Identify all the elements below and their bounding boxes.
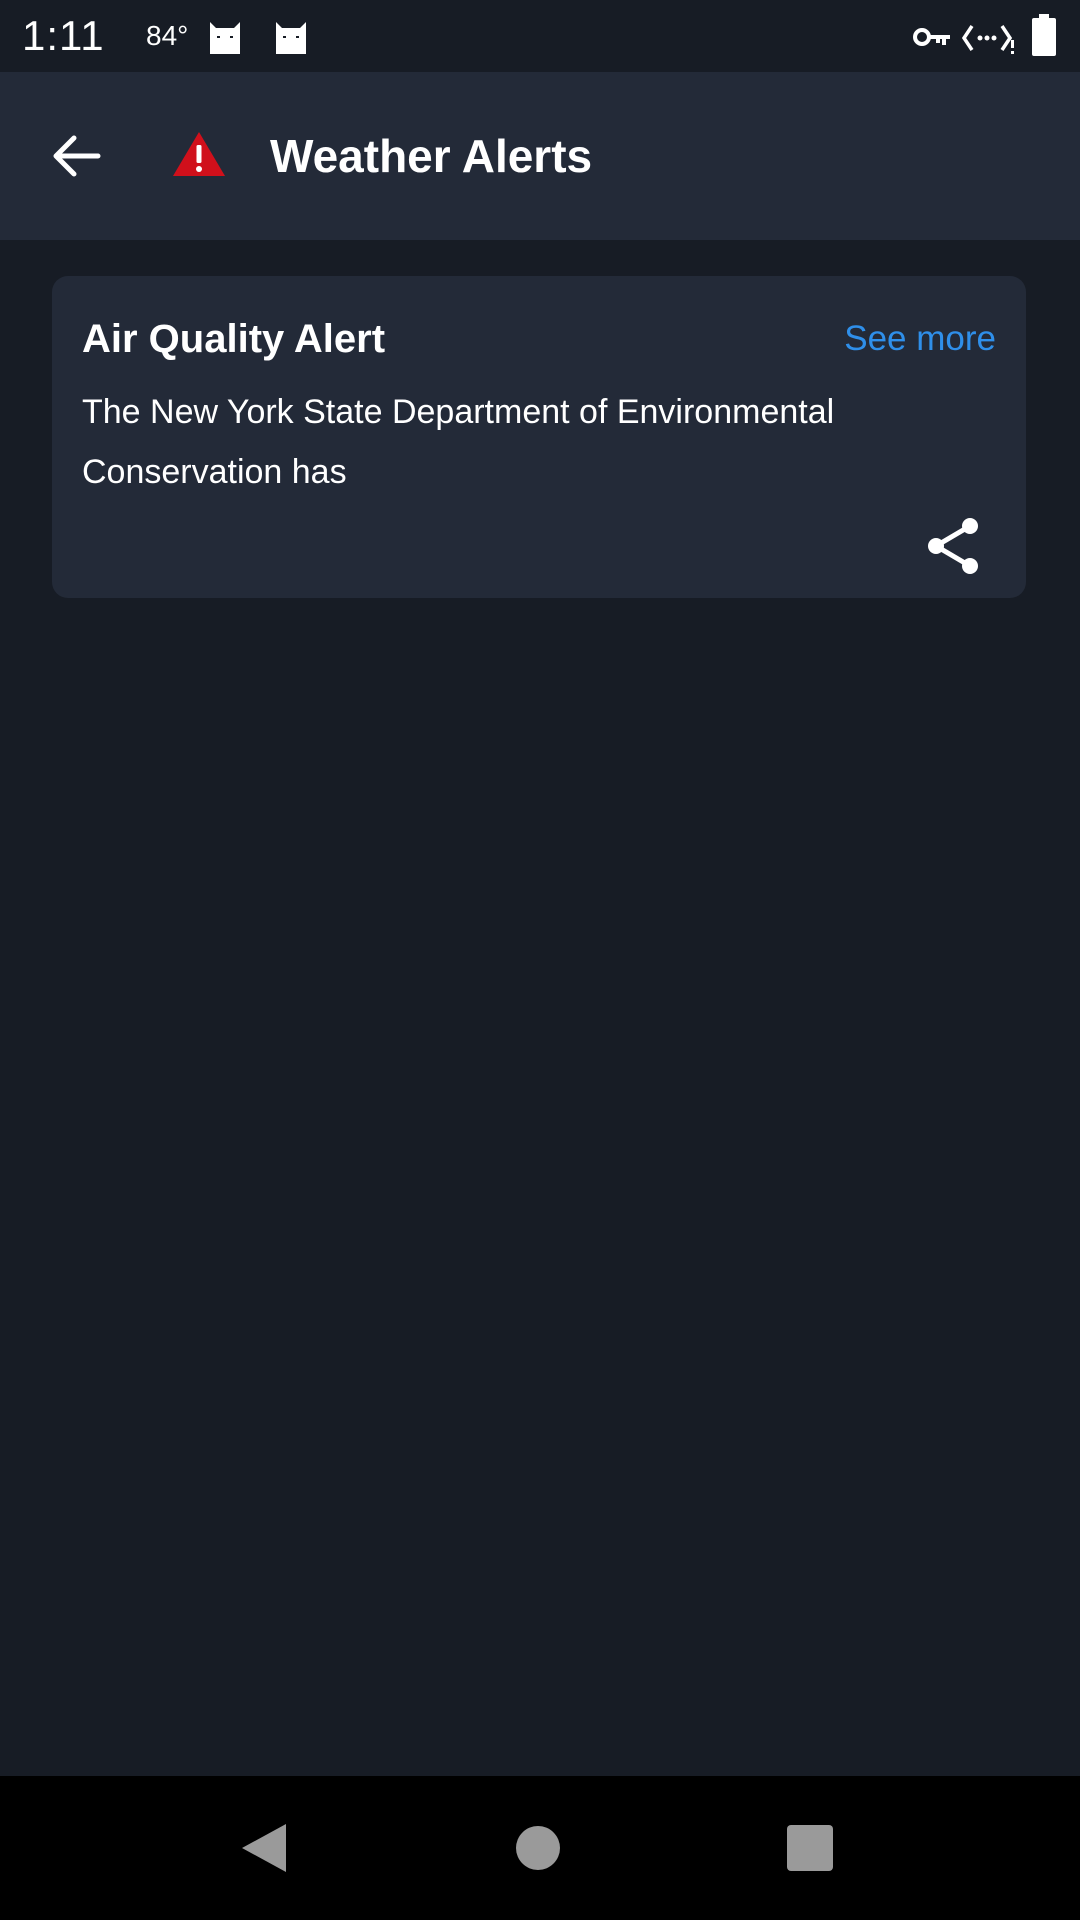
- warning-triangle-icon: [173, 132, 225, 176]
- nav-back-icon: [242, 1824, 286, 1872]
- nav-home-icon: [516, 1826, 560, 1870]
- data-saver-icon: [962, 25, 1014, 54]
- status-time: 1:11: [22, 12, 105, 59]
- share-button[interactable]: [916, 508, 992, 584]
- battery-icon: [1032, 14, 1056, 56]
- nav-home-button[interactable]: [502, 1812, 574, 1884]
- vpn-key-icon: [913, 28, 950, 46]
- nav-recents-button[interactable]: [774, 1812, 846, 1884]
- status-temperature: 84°: [146, 20, 189, 51]
- alert-body: The New York State Department of Environ…: [82, 393, 835, 491]
- status-bar: 1:11 84°: [0, 0, 1080, 72]
- arrow-left-icon: [53, 135, 101, 177]
- nav-back-button[interactable]: [228, 1812, 300, 1884]
- system-navigation-bar: [0, 1776, 1080, 1920]
- alert-card[interactable]: Air Quality Alert See more The New York …: [52, 276, 1026, 598]
- cat-icon: [276, 22, 306, 54]
- share-icon: [928, 518, 978, 574]
- page-title: Weather Alerts: [270, 130, 593, 182]
- alert-title: Air Quality Alert: [82, 317, 386, 361]
- cat-icon: [210, 22, 240, 54]
- back-button[interactable]: [40, 120, 112, 192]
- app-bar: Weather Alerts: [0, 72, 1080, 240]
- nav-recents-icon: [787, 1825, 833, 1871]
- see-more-link[interactable]: See more: [844, 314, 996, 364]
